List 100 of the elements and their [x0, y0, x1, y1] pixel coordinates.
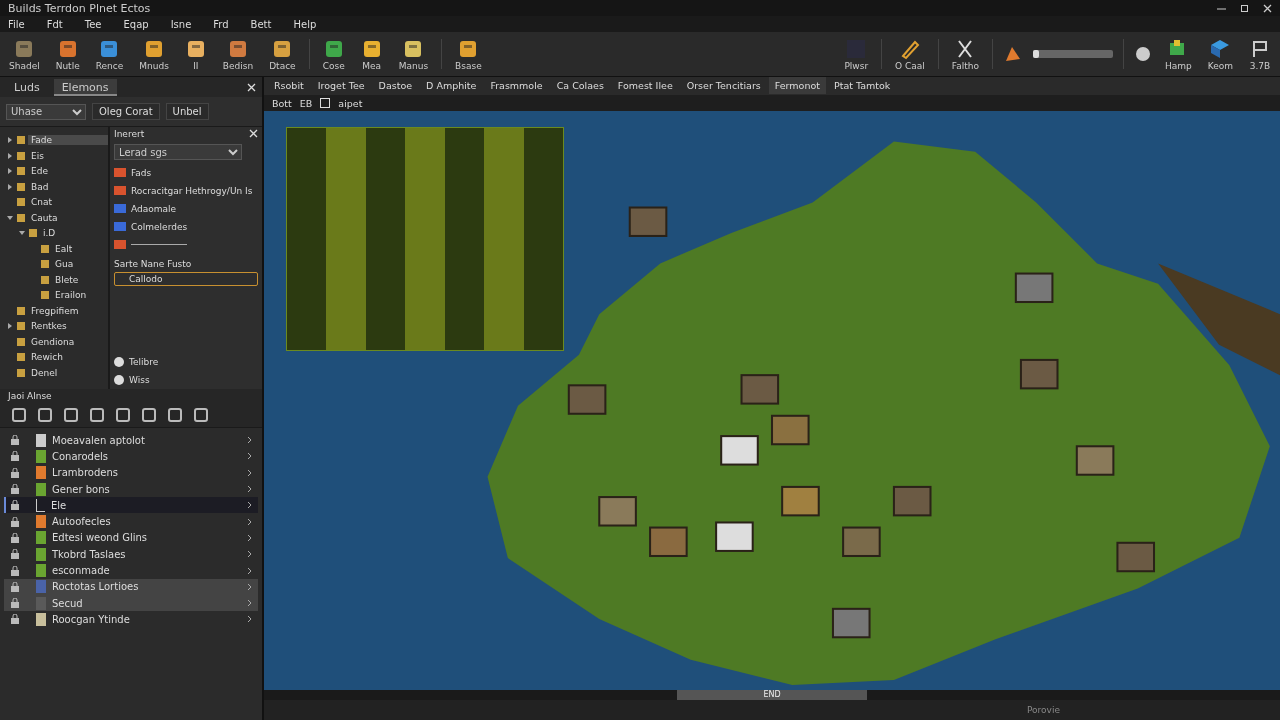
toolbar-button[interactable]: Keom: [1204, 37, 1236, 71]
tree-item[interactable]: Rewich: [28, 352, 108, 363]
panel-tab[interactable]: Luds: [6, 78, 48, 96]
tree-item[interactable]: i.D: [40, 228, 108, 239]
layer-row[interactable]: Ele: [4, 497, 258, 514]
checkbox[interactable]: [320, 98, 331, 109]
window-title: Builds Terrdon Plnet Ectos: [8, 1, 151, 15]
editor-tab[interactable]: Frasmmole: [484, 77, 549, 95]
bracket-icon: [36, 498, 45, 512]
menu-item[interactable]: Isne: [170, 18, 192, 30]
inspector-item[interactable]: Colmelerdes: [131, 221, 188, 232]
tree-item[interactable]: Ede: [28, 166, 108, 177]
menu-item[interactable]: Eqap: [123, 18, 149, 30]
expand-caret-icon[interactable]: [6, 213, 14, 222]
type-dropdown[interactable]: Lerad sgs: [114, 144, 242, 160]
menu-item[interactable]: Tee: [84, 18, 102, 30]
panel-tab[interactable]: Elemons: [53, 78, 117, 96]
layer-row[interactable]: Conarodels: [4, 448, 258, 465]
close-icon[interactable]: [247, 82, 256, 92]
toolbar-button[interactable]: O Caal: [892, 37, 928, 71]
expand-caret-icon[interactable]: [6, 322, 14, 331]
menu-item[interactable]: Help: [293, 18, 317, 30]
editor-tab[interactable]: Ptat Tamtok: [827, 77, 897, 95]
inspector-item[interactable]: Fads: [131, 167, 152, 178]
layer-row[interactable]: Moeavalen aptolot: [4, 432, 258, 449]
layer-row[interactable]: Gener bons: [4, 480, 258, 498]
tree-item[interactable]: Fregpifiem: [28, 305, 108, 316]
toolbar-item[interactable]: EB: [299, 97, 313, 109]
tree-item[interactable]: Rentkes: [28, 321, 108, 332]
editor-tab[interactable]: Orser Tencitiars: [680, 77, 767, 95]
toolbar-button[interactable]: Bsase: [452, 37, 485, 71]
layer-row[interactable]: Tkobrd Taslaes: [4, 546, 258, 563]
layer-row[interactable]: Lrambrodens: [4, 464, 258, 481]
toolbar-button[interactable]: Faltho: [948, 37, 982, 71]
tree-item[interactable]: Denel: [28, 367, 108, 378]
close-icon[interactable]: [1263, 3, 1272, 13]
toolbar-button[interactable]: Mea: [357, 37, 386, 71]
layer-row[interactable]: Autoofecles: [4, 513, 258, 530]
panel-button[interactable]: Unbel: [165, 103, 209, 120]
zoom-slider[interactable]: [1032, 50, 1113, 58]
toolbar-button[interactable]: Nutle: [52, 37, 83, 71]
inspector-item[interactable]: Adaomale: [131, 203, 177, 214]
item-icon: [114, 168, 126, 177]
expand-caret-icon[interactable]: [6, 136, 14, 145]
tree-item[interactable]: Gendiona: [28, 336, 108, 347]
expand-caret-icon[interactable]: [6, 151, 14, 160]
tree-item[interactable]: Cnat: [28, 197, 108, 208]
toolbar-button[interactable]: Dtace: [266, 37, 299, 71]
editor-tab[interactable]: Fermonot: [768, 77, 826, 95]
option-label[interactable]: Wiss: [129, 374, 150, 385]
toolbar-button[interactable]: Bedisn: [219, 37, 257, 71]
tree-item[interactable]: Blete: [52, 274, 108, 285]
toolbar-item[interactable]: Bott: [272, 97, 292, 109]
tree-item[interactable]: Fade: [28, 135, 108, 146]
editor-tab[interactable]: Fomest Ilee: [611, 77, 679, 95]
menu-item[interactable]: Fdt: [46, 18, 63, 30]
tree-item[interactable]: Eis: [28, 150, 108, 161]
tree-item[interactable]: Bad: [28, 181, 108, 192]
item-icon: [114, 240, 126, 249]
expand-caret-icon[interactable]: [6, 167, 14, 176]
layer-dropdown[interactable]: Uhase: [6, 103, 86, 120]
expand-caret-icon[interactable]: [6, 182, 14, 191]
toolbar-button[interactable]: Shadel: [6, 37, 43, 71]
close-icon[interactable]: [249, 129, 258, 138]
tree-item[interactable]: Gua: [52, 259, 108, 270]
editor-tab[interactable]: D Amphite: [420, 77, 483, 95]
toolbar-button[interactable]: Cose: [319, 37, 348, 71]
editor-tab[interactable]: Ca Colaes: [550, 77, 610, 95]
item-icon: [114, 204, 126, 213]
option-label[interactable]: Telibre: [129, 356, 159, 367]
menu-item[interactable]: File: [8, 18, 25, 30]
layer-row[interactable]: esconmade: [4, 562, 258, 579]
tree-item[interactable]: Ealt: [52, 243, 108, 254]
toolbar-button[interactable]: II: [181, 37, 210, 71]
toolbar-button[interactable]: Rence: [92, 37, 127, 71]
menu-item[interactable]: Frd: [213, 18, 229, 30]
scrollbar-thumb[interactable]: END: [677, 690, 867, 701]
menu-item[interactable]: Bett: [250, 18, 272, 30]
tree-item[interactable]: Erailon: [52, 290, 108, 301]
layer-row[interactable]: Roctotas Lortioes: [4, 578, 258, 595]
panel-button[interactable]: Oleg Corat: [92, 103, 160, 120]
editor-tab[interactable]: Dastoe: [372, 77, 419, 95]
editor-tab[interactable]: Rsobit: [268, 77, 310, 95]
blob-icon: [114, 374, 124, 385]
section-label: Sarte Nane Fusto: [114, 259, 193, 269]
status-text: Porovie: [1027, 705, 1060, 716]
layer-row[interactable]: Edtesi weond Glins: [4, 529, 258, 547]
toolbar-button[interactable]: Plwsr: [841, 37, 872, 71]
item-icon: [114, 222, 126, 231]
toolbar-button[interactable]: Mnuds: [136, 37, 172, 71]
toolbar-button[interactable]: 3.7B: [1246, 37, 1274, 71]
checkbox-label: aipet: [338, 97, 363, 109]
toolbar-button[interactable]: Manus: [395, 37, 432, 71]
maximize-icon[interactable]: [1240, 3, 1249, 13]
editor-tab[interactable]: Iroget Tee: [311, 77, 371, 95]
name-field[interactable]: Callodo: [114, 272, 258, 286]
inspector-item[interactable]: Rocracitgar Hethrogy/Un Is: [131, 185, 253, 196]
toolbar-button[interactable]: Hamp: [1161, 37, 1195, 71]
tree-item[interactable]: Cauta: [28, 212, 108, 223]
layer-row[interactable]: Roocgan Ytinde: [4, 611, 258, 628]
